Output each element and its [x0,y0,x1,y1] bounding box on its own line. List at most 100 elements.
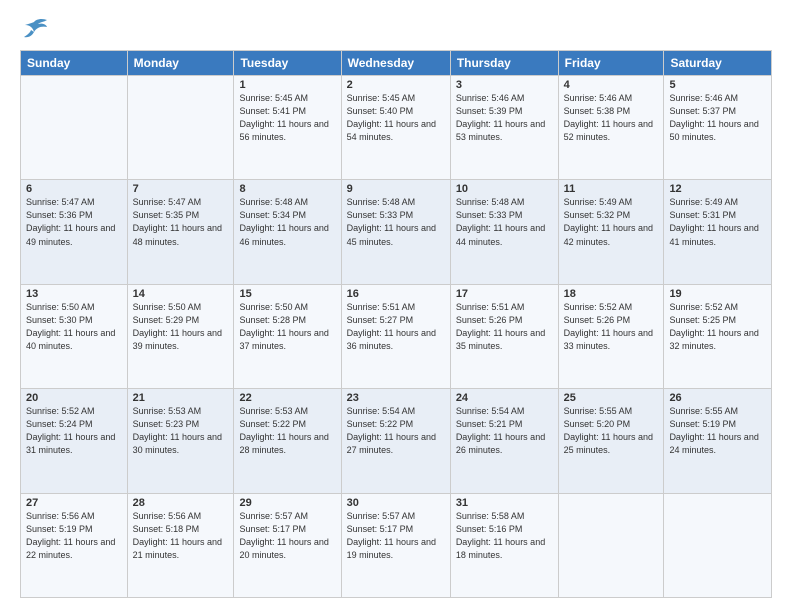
day-number: 6 [26,183,122,195]
day-info: Sunrise: 5:51 AM Sunset: 5:27 PM Dayligh… [347,301,445,353]
day-cell: 8Sunrise: 5:48 AM Sunset: 5:34 PM Daylig… [234,180,341,284]
day-info: Sunrise: 5:58 AM Sunset: 5:16 PM Dayligh… [456,510,553,562]
week-row-3: 13Sunrise: 5:50 AM Sunset: 5:30 PM Dayli… [21,284,772,388]
week-row-4: 20Sunrise: 5:52 AM Sunset: 5:24 PM Dayli… [21,389,772,493]
day-cell: 30Sunrise: 5:57 AM Sunset: 5:17 PM Dayli… [341,493,450,597]
day-number: 31 [456,497,553,509]
day-number: 26 [669,392,766,404]
day-cell: 28Sunrise: 5:56 AM Sunset: 5:18 PM Dayli… [127,493,234,597]
day-number: 18 [564,288,659,300]
day-number: 21 [133,392,229,404]
col-header-monday: Monday [127,51,234,76]
day-cell: 18Sunrise: 5:52 AM Sunset: 5:26 PM Dayli… [558,284,664,388]
day-info: Sunrise: 5:51 AM Sunset: 5:26 PM Dayligh… [456,301,553,353]
day-number: 22 [239,392,335,404]
day-info: Sunrise: 5:45 AM Sunset: 5:40 PM Dayligh… [347,92,445,144]
day-cell: 20Sunrise: 5:52 AM Sunset: 5:24 PM Dayli… [21,389,128,493]
col-header-sunday: Sunday [21,51,128,76]
day-number: 17 [456,288,553,300]
day-info: Sunrise: 5:45 AM Sunset: 5:41 PM Dayligh… [239,92,335,144]
day-cell: 1Sunrise: 5:45 AM Sunset: 5:41 PM Daylig… [234,76,341,180]
header [20,18,772,40]
day-cell: 19Sunrise: 5:52 AM Sunset: 5:25 PM Dayli… [664,284,772,388]
day-cell: 29Sunrise: 5:57 AM Sunset: 5:17 PM Dayli… [234,493,341,597]
day-number: 19 [669,288,766,300]
day-number: 2 [347,79,445,91]
day-number: 25 [564,392,659,404]
day-cell: 14Sunrise: 5:50 AM Sunset: 5:29 PM Dayli… [127,284,234,388]
day-cell: 9Sunrise: 5:48 AM Sunset: 5:33 PM Daylig… [341,180,450,284]
day-number: 29 [239,497,335,509]
day-info: Sunrise: 5:49 AM Sunset: 5:31 PM Dayligh… [669,196,766,248]
week-row-2: 6Sunrise: 5:47 AM Sunset: 5:36 PM Daylig… [21,180,772,284]
day-info: Sunrise: 5:48 AM Sunset: 5:33 PM Dayligh… [456,196,553,248]
day-cell: 7Sunrise: 5:47 AM Sunset: 5:35 PM Daylig… [127,180,234,284]
day-cell: 2Sunrise: 5:45 AM Sunset: 5:40 PM Daylig… [341,76,450,180]
day-info: Sunrise: 5:52 AM Sunset: 5:26 PM Dayligh… [564,301,659,353]
day-info: Sunrise: 5:56 AM Sunset: 5:19 PM Dayligh… [26,510,122,562]
day-number: 3 [456,79,553,91]
day-number: 27 [26,497,122,509]
day-cell: 24Sunrise: 5:54 AM Sunset: 5:21 PM Dayli… [450,389,558,493]
day-info: Sunrise: 5:57 AM Sunset: 5:17 PM Dayligh… [347,510,445,562]
day-info: Sunrise: 5:54 AM Sunset: 5:21 PM Dayligh… [456,405,553,457]
day-info: Sunrise: 5:50 AM Sunset: 5:29 PM Dayligh… [133,301,229,353]
day-cell: 10Sunrise: 5:48 AM Sunset: 5:33 PM Dayli… [450,180,558,284]
day-info: Sunrise: 5:54 AM Sunset: 5:22 PM Dayligh… [347,405,445,457]
day-cell: 4Sunrise: 5:46 AM Sunset: 5:38 PM Daylig… [558,76,664,180]
day-cell [558,493,664,597]
logo-icon [20,18,48,40]
calendar-table: SundayMondayTuesdayWednesdayThursdayFrid… [20,50,772,598]
day-number: 10 [456,183,553,195]
day-info: Sunrise: 5:46 AM Sunset: 5:39 PM Dayligh… [456,92,553,144]
day-number: 20 [26,392,122,404]
day-cell: 13Sunrise: 5:50 AM Sunset: 5:30 PM Dayli… [21,284,128,388]
day-cell: 3Sunrise: 5:46 AM Sunset: 5:39 PM Daylig… [450,76,558,180]
day-info: Sunrise: 5:56 AM Sunset: 5:18 PM Dayligh… [133,510,229,562]
page: SundayMondayTuesdayWednesdayThursdayFrid… [0,0,792,612]
day-cell: 11Sunrise: 5:49 AM Sunset: 5:32 PM Dayli… [558,180,664,284]
day-cell: 17Sunrise: 5:51 AM Sunset: 5:26 PM Dayli… [450,284,558,388]
day-number: 28 [133,497,229,509]
day-cell: 6Sunrise: 5:47 AM Sunset: 5:36 PM Daylig… [21,180,128,284]
day-info: Sunrise: 5:47 AM Sunset: 5:35 PM Dayligh… [133,196,229,248]
col-header-thursday: Thursday [450,51,558,76]
day-number: 14 [133,288,229,300]
day-cell: 5Sunrise: 5:46 AM Sunset: 5:37 PM Daylig… [664,76,772,180]
day-cell: 21Sunrise: 5:53 AM Sunset: 5:23 PM Dayli… [127,389,234,493]
day-cell [21,76,128,180]
col-header-tuesday: Tuesday [234,51,341,76]
day-cell: 31Sunrise: 5:58 AM Sunset: 5:16 PM Dayli… [450,493,558,597]
day-info: Sunrise: 5:46 AM Sunset: 5:37 PM Dayligh… [669,92,766,144]
day-info: Sunrise: 5:53 AM Sunset: 5:23 PM Dayligh… [133,405,229,457]
week-row-5: 27Sunrise: 5:56 AM Sunset: 5:19 PM Dayli… [21,493,772,597]
day-cell: 25Sunrise: 5:55 AM Sunset: 5:20 PM Dayli… [558,389,664,493]
col-header-saturday: Saturday [664,51,772,76]
day-info: Sunrise: 5:57 AM Sunset: 5:17 PM Dayligh… [239,510,335,562]
day-cell: 15Sunrise: 5:50 AM Sunset: 5:28 PM Dayli… [234,284,341,388]
day-number: 7 [133,183,229,195]
col-header-friday: Friday [558,51,664,76]
day-number: 1 [239,79,335,91]
day-info: Sunrise: 5:49 AM Sunset: 5:32 PM Dayligh… [564,196,659,248]
day-number: 8 [239,183,335,195]
day-info: Sunrise: 5:47 AM Sunset: 5:36 PM Dayligh… [26,196,122,248]
header-row: SundayMondayTuesdayWednesdayThursdayFrid… [21,51,772,76]
day-number: 15 [239,288,335,300]
day-number: 23 [347,392,445,404]
day-info: Sunrise: 5:46 AM Sunset: 5:38 PM Dayligh… [564,92,659,144]
day-cell: 16Sunrise: 5:51 AM Sunset: 5:27 PM Dayli… [341,284,450,388]
day-cell [664,493,772,597]
day-cell [127,76,234,180]
day-info: Sunrise: 5:55 AM Sunset: 5:19 PM Dayligh… [669,405,766,457]
day-number: 16 [347,288,445,300]
day-number: 11 [564,183,659,195]
logo [20,18,52,40]
day-number: 13 [26,288,122,300]
day-info: Sunrise: 5:50 AM Sunset: 5:30 PM Dayligh… [26,301,122,353]
day-number: 5 [669,79,766,91]
day-number: 9 [347,183,445,195]
day-cell: 27Sunrise: 5:56 AM Sunset: 5:19 PM Dayli… [21,493,128,597]
day-info: Sunrise: 5:48 AM Sunset: 5:33 PM Dayligh… [347,196,445,248]
day-number: 4 [564,79,659,91]
